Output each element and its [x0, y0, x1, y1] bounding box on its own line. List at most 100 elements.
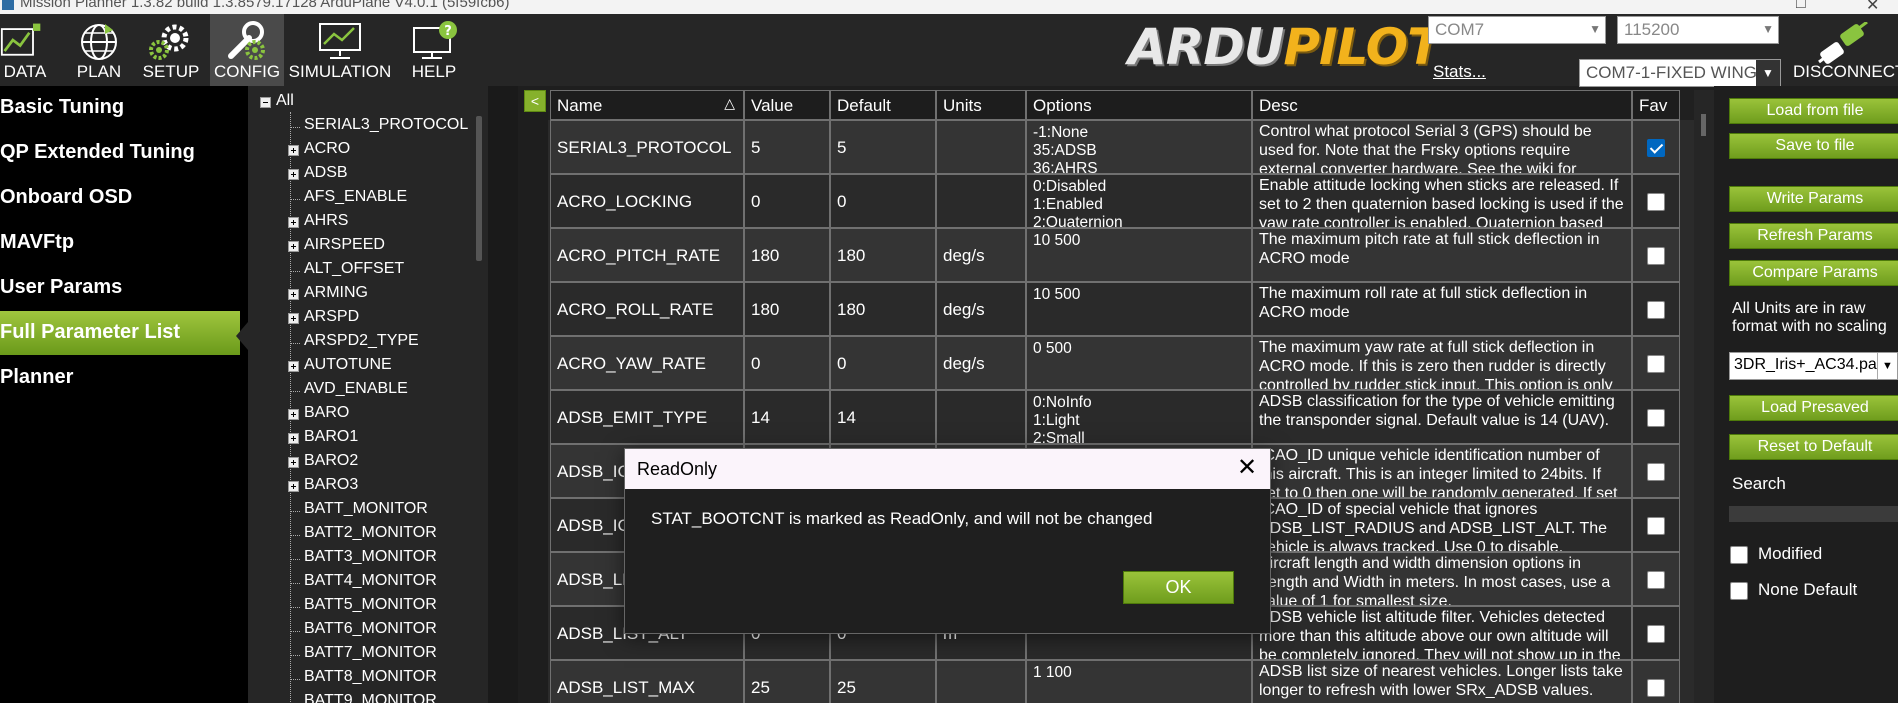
- none-default-checkbox[interactable]: [1730, 582, 1748, 600]
- table-row[interactable]: ACRO_ROLL_RATE 180 180 deg/s 10 500 The maxim…: [548, 282, 1694, 336]
- fav-checkbox[interactable]: [1647, 247, 1665, 265]
- fav-checkbox[interactable]: [1647, 517, 1665, 535]
- menu-label: HELP: [411, 62, 457, 81]
- close-icon[interactable]: ✕: [1234, 456, 1260, 482]
- expand-icon[interactable]: [288, 169, 299, 180]
- cell-value[interactable]: 180: [744, 228, 830, 282]
- nav-basic-tuning[interactable]: Basic Tuning: [0, 86, 248, 130]
- close-window-icon[interactable]: ✕: [1866, 0, 1879, 14]
- cell-units: deg/s: [936, 282, 1026, 336]
- expand-icon[interactable]: [288, 409, 299, 420]
- refresh-params-button[interactable]: Refresh Params: [1729, 223, 1898, 249]
- reset-to-default-button[interactable]: Reset to Default: [1729, 434, 1898, 460]
- menu-data-button[interactable]: DATA: [0, 14, 50, 86]
- collapse-icon[interactable]: [260, 97, 271, 108]
- table-row[interactable]: ACRO_LOCKING 0 0 0:Disabled 1:Enabled 2:Qua…: [548, 174, 1694, 228]
- table-row[interactable]: ADSB_EMIT_TYPE 14 14 0:NoInfo 1:Light 2:Sma…: [548, 390, 1694, 444]
- maximize-icon[interactable]: □: [1796, 0, 1806, 13]
- tree-scrollbar[interactable]: [470, 86, 488, 703]
- fav-checkbox[interactable]: [1647, 301, 1665, 319]
- load-presaved-button[interactable]: Load Presaved: [1729, 395, 1898, 421]
- cell-value[interactable]: 180: [744, 282, 830, 336]
- expand-icon[interactable]: [288, 313, 299, 324]
- table-row[interactable]: ACRO_YAW_RATE 0 0 deg/s 0 500 The maximum yaw…: [548, 336, 1694, 390]
- tree-scroll-thumb[interactable]: [476, 116, 482, 261]
- cell-options: 0:NoInfo 1:Light 2:Small: [1026, 390, 1252, 444]
- nav-planner[interactable]: Planner: [0, 356, 248, 400]
- expand-icon[interactable]: [288, 433, 299, 444]
- fav-checkbox[interactable]: [1647, 139, 1665, 157]
- cell-value[interactable]: 5: [744, 120, 830, 174]
- menu-simulation-button[interactable]: SIMULATION: [288, 14, 392, 86]
- app-icon: [2, 0, 14, 10]
- expand-icon[interactable]: [288, 481, 299, 492]
- menu-plan-button[interactable]: PLAN: [70, 14, 128, 86]
- nav-user-params[interactable]: User Params: [0, 266, 248, 310]
- wrench-icon: [228, 21, 265, 60]
- expand-icon[interactable]: [288, 241, 299, 252]
- tree-item-label: BATT4_MONITOR: [304, 572, 437, 589]
- col-header-default[interactable]: Default: [830, 90, 936, 120]
- fav-checkbox[interactable]: [1647, 193, 1665, 211]
- cell-value[interactable]: 0: [744, 174, 830, 228]
- col-header-units[interactable]: Units: [936, 90, 1026, 120]
- search-input[interactable]: [1729, 506, 1898, 522]
- expand-icon[interactable]: [288, 457, 299, 468]
- nav-active-pointer: [236, 322, 248, 350]
- cell-desc: The maximum pitch rate at full stick def…: [1252, 228, 1632, 282]
- stats-link[interactable]: Stats...: [1433, 62, 1486, 82]
- table-row[interactable]: ACRO_PITCH_RATE 180 180 deg/s 10 500 The maxi…: [548, 228, 1694, 282]
- expand-icon[interactable]: [288, 217, 299, 228]
- port-select[interactable]: COM7 ▼: [1428, 16, 1606, 44]
- fav-checkbox[interactable]: [1647, 463, 1665, 481]
- cell-value[interactable]: 25: [744, 660, 830, 703]
- cell-units: [936, 174, 1026, 228]
- preset-file-select[interactable]: 3DR_Iris+_AC34.pa ▼: [1729, 352, 1898, 380]
- cell-units: deg/s: [936, 336, 1026, 390]
- table-row[interactable]: ADSB_LIST_MAX 25 25 1 100 ADSB list size of …: [548, 660, 1694, 703]
- cell-value[interactable]: 0: [744, 336, 830, 390]
- fav-checkbox[interactable]: [1647, 625, 1665, 643]
- cell-desc: Control what protocol Serial 3 (GPS) sho…: [1252, 120, 1632, 174]
- save-to-file-button[interactable]: Save to file: [1729, 133, 1898, 159]
- col-header-options[interactable]: Options: [1026, 90, 1252, 120]
- col-header-desc[interactable]: Desc: [1252, 90, 1632, 120]
- load-from-file-button[interactable]: Load from file: [1729, 98, 1898, 124]
- nav-onboard-osd[interactable]: Onboard OSD: [0, 176, 248, 220]
- fav-checkbox[interactable]: [1647, 409, 1665, 427]
- nav-qp-extended-tuning[interactable]: QP Extended Tuning: [0, 131, 248, 175]
- cell-units: [936, 120, 1026, 174]
- modified-checkbox[interactable]: [1730, 546, 1748, 564]
- nav-full-parameter-list[interactable]: Full Parameter List: [0, 311, 240, 355]
- fav-checkbox[interactable]: [1647, 571, 1665, 589]
- collapse-tree-button[interactable]: <: [524, 90, 546, 112]
- grid-scrollbar[interactable]: [1694, 90, 1714, 703]
- fav-checkbox[interactable]: [1647, 355, 1665, 373]
- vehicle-select[interactable]: COM7-1-FIXED WING ▼: [1579, 59, 1781, 87]
- col-header-name[interactable]: Name △: [550, 90, 744, 120]
- grid-scroll-thumb[interactable]: [1701, 114, 1706, 136]
- cell-desc: Enable attitude locking when sticks are …: [1252, 174, 1632, 228]
- menu-setup-button[interactable]: SETUP: [140, 14, 202, 86]
- expand-icon[interactable]: [288, 289, 299, 300]
- cell-value[interactable]: 14: [744, 390, 830, 444]
- svg-text:?: ?: [444, 24, 452, 39]
- menu-help-button[interactable]: ? HELP: [404, 14, 464, 86]
- nav-mavftp[interactable]: MAVFtp: [0, 221, 248, 265]
- baud-select[interactable]: 115200 ▼: [1617, 16, 1779, 44]
- col-header-value[interactable]: Value: [744, 90, 830, 120]
- col-header-fav[interactable]: Fav: [1632, 90, 1680, 120]
- ok-button[interactable]: OK: [1123, 571, 1234, 604]
- expand-icon[interactable]: [288, 145, 299, 156]
- menu-config-button[interactable]: CONFIG: [210, 14, 284, 86]
- tree-item-label: BARO1: [304, 428, 359, 445]
- units-note-line2: format with no scaling: [1732, 318, 1887, 335]
- disconnect-button[interactable]: DISCONNECT: [1793, 14, 1898, 86]
- fav-checkbox[interactable]: [1647, 679, 1665, 697]
- write-params-button[interactable]: Write Params: [1729, 186, 1898, 212]
- tree-item-label: ACRO: [304, 140, 351, 157]
- table-row[interactable]: SERIAL3_PROTOCOL 5 5 -1:None 35:ADSB 36:AHR…: [548, 120, 1694, 174]
- compare-params-button[interactable]: Compare Params: [1729, 260, 1898, 286]
- cell-fav: [1632, 660, 1680, 703]
- expand-icon[interactable]: [288, 361, 299, 372]
